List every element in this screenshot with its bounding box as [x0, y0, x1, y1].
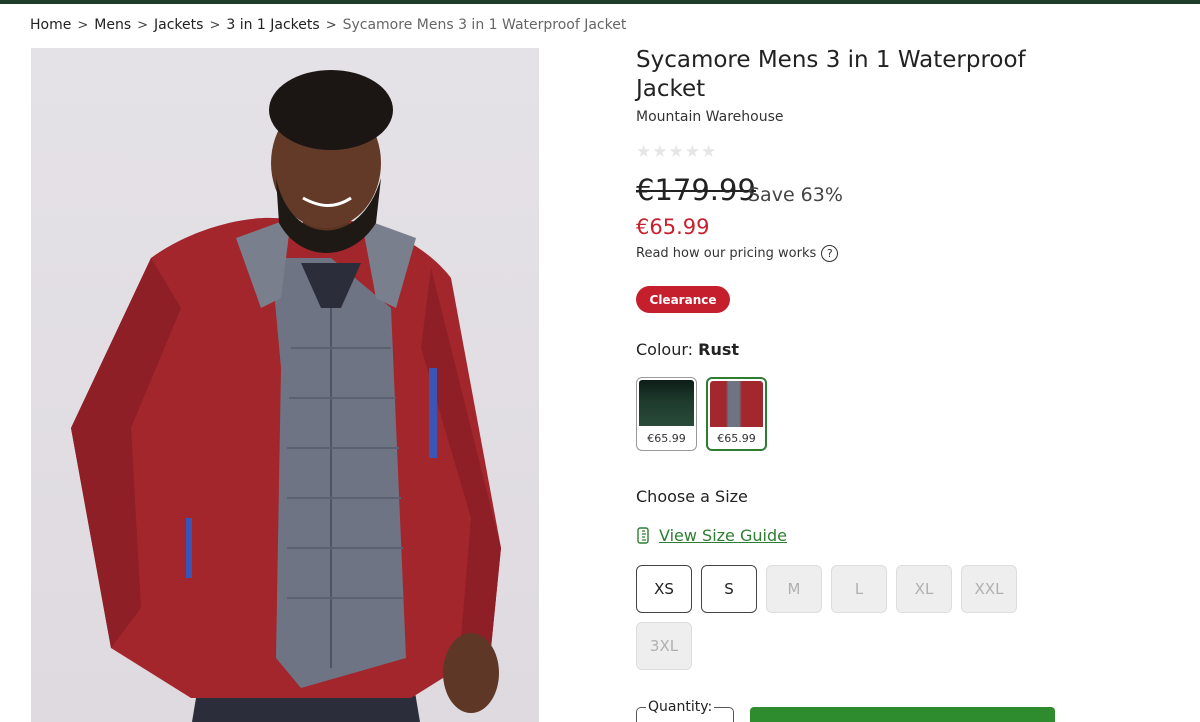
colour-swatches: €65.99 €65.99 — [636, 377, 767, 451]
breadcrumb-3in1-jackets[interactable]: 3 in 1 Jackets — [226, 17, 319, 33]
star-icon: ★ — [684, 142, 700, 162]
star-icon: ★ — [636, 142, 652, 162]
breadcrumb-separator: > — [325, 17, 337, 33]
size-options: XS S M L XL XXL 3XL — [636, 565, 1036, 670]
size-option-s[interactable]: S — [701, 565, 757, 613]
colour-label: Colour: Rust — [636, 340, 739, 359]
breadcrumb-mens[interactable]: Mens — [94, 17, 131, 33]
product-photo-illustration — [71, 70, 501, 722]
ruler-icon — [637, 527, 649, 544]
pricing-info-link[interactable]: Read how our pricing works ? — [636, 245, 839, 262]
rating-stars[interactable]: ★ ★ ★ ★ ★ — [636, 144, 716, 161]
brand-name: Mountain Warehouse — [636, 109, 784, 125]
swatch-price: €65.99 — [717, 431, 756, 445]
size-option-l: L — [831, 565, 887, 613]
star-icon: ★ — [701, 142, 717, 162]
swatch-rust[interactable]: €65.99 — [706, 377, 767, 451]
breadcrumb-home[interactable]: Home — [30, 17, 71, 33]
size-guide-label: View Size Guide — [659, 526, 787, 545]
question-circle-icon[interactable]: ? — [821, 245, 839, 262]
size-option-m: M — [766, 565, 822, 613]
star-icon: ★ — [652, 142, 668, 162]
size-option-xl: XL — [896, 565, 952, 613]
now-price: €65.99 — [636, 215, 710, 239]
breadcrumb-separator: > — [209, 17, 221, 33]
save-percentage: Save 63% — [748, 184, 843, 206]
size-label: Choose a Size — [636, 487, 748, 506]
colour-value: Rust — [698, 340, 740, 359]
product-image[interactable] — [31, 48, 539, 722]
clearance-badge: Clearance — [636, 286, 730, 313]
quantity-select[interactable]: Quantity: — [636, 699, 734, 722]
breadcrumb-separator: > — [77, 17, 89, 33]
quantity-label: Quantity: — [646, 699, 715, 715]
breadcrumb: Home > Mens > Jackets > 3 in 1 Jackets >… — [30, 17, 626, 33]
breadcrumb-current: Sycamore Mens 3 in 1 Waterproof Jacket — [342, 17, 627, 33]
swatch-thumbnail — [710, 381, 763, 427]
product-title: Sycamore Mens 3 in 1 Waterproof Jacket — [636, 47, 1026, 102]
pricing-info-label: Read how our pricing works — [636, 246, 817, 261]
add-to-bag-button[interactable] — [750, 707, 1055, 722]
header-bar — [0, 0, 1200, 4]
swatch-thumbnail — [639, 380, 694, 426]
colour-label-text: Colour: — [636, 340, 694, 359]
breadcrumb-jackets[interactable]: Jackets — [154, 17, 203, 33]
size-option-xxl: XXL — [961, 565, 1017, 613]
size-option-3xl: 3XL — [636, 622, 692, 670]
was-price: €179.99 — [636, 173, 756, 207]
swatch-green[interactable]: €65.99 — [636, 377, 697, 451]
star-icon: ★ — [668, 142, 684, 162]
size-option-xs[interactable]: XS — [636, 565, 692, 613]
size-guide-link[interactable]: View Size Guide — [636, 526, 787, 545]
breadcrumb-separator: > — [137, 17, 149, 33]
swatch-price: €65.99 — [647, 431, 686, 445]
